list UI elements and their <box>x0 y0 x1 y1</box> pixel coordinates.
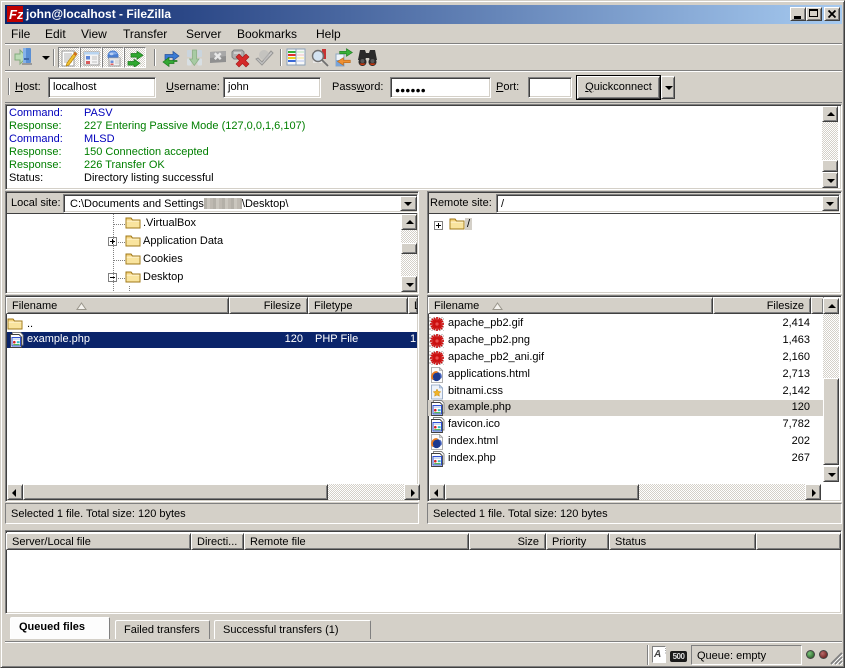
svg-text:Fz: Fz <box>9 7 23 22</box>
